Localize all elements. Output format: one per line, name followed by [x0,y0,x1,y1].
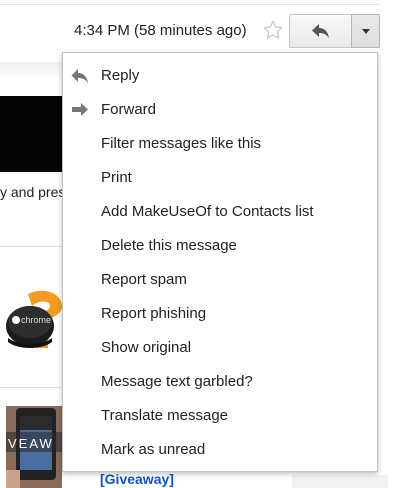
caret-down-icon [361,28,370,34]
menu-item-report-spam[interactable]: Report spam [63,263,377,297]
background-panel [292,475,388,488]
chromecast-image[interactable]: chrome [4,280,62,360]
menu-item-filter-messages[interactable]: Filter messages like this [63,127,377,161]
message-actions-menu: Reply Forward Filter messages like this … [62,52,378,472]
divider [0,246,62,247]
reply-button[interactable] [289,14,351,48]
reply-arrow-icon [311,24,329,38]
menu-item-label: Delete this message [101,237,237,254]
menu-item-label: Report spam [101,271,187,288]
menu-item-label: Message text garbled? [101,373,253,390]
menu-item-label: Reply [101,67,140,84]
message-snippet: y and pres [0,184,66,200]
menu-item-label: Mark as unread [101,441,206,458]
menu-item-label: Forward [101,101,157,118]
reply-icon [71,69,88,83]
divider [0,387,62,388]
menu-item-label: Translate message [101,407,229,424]
video-thumbnail[interactable] [0,96,62,172]
menu-item-label: Show original [101,339,192,356]
menu-item-report-phishing[interactable]: Report phishing [63,297,377,331]
chromecast-logo-text: chrome [21,315,51,325]
menu-item-print[interactable]: Print [63,161,377,195]
menu-item-label: Print [101,169,132,186]
giveaway-thumb-text: VEAW [8,436,54,451]
header-divider [0,4,380,5]
star-icon[interactable] [262,19,284,41]
menu-item-show-original[interactable]: Show original [63,331,377,365]
forward-icon [72,103,88,116]
menu-item-label: Report phishing [101,305,207,322]
menu-item-mark-as-unread[interactable]: Mark as unread [63,433,377,467]
giveaway-link[interactable]: [Giveaway] [100,471,174,487]
menu-item-add-to-contacts[interactable]: Add MakeUseOf to Contacts list [63,195,377,229]
menu-item-forward[interactable]: Forward [63,93,377,127]
menu-item-translate-message[interactable]: Translate message [63,399,377,433]
menu-item-label: Filter messages like this [101,135,262,152]
menu-item-reply[interactable]: Reply [63,59,377,93]
message-timestamp: 4:34 PM (58 minutes ago) [74,22,247,39]
message-header-shade [0,62,62,76]
more-options-button[interactable] [351,14,380,48]
menu-item-message-text-garbled[interactable]: Message text garbled? [63,365,377,399]
menu-item-label: Add MakeUseOf to Contacts list [101,203,314,220]
giveaway-image[interactable]: VEAW [6,406,62,488]
reply-button-group [289,14,380,48]
menu-item-delete-message[interactable]: Delete this message [63,229,377,263]
